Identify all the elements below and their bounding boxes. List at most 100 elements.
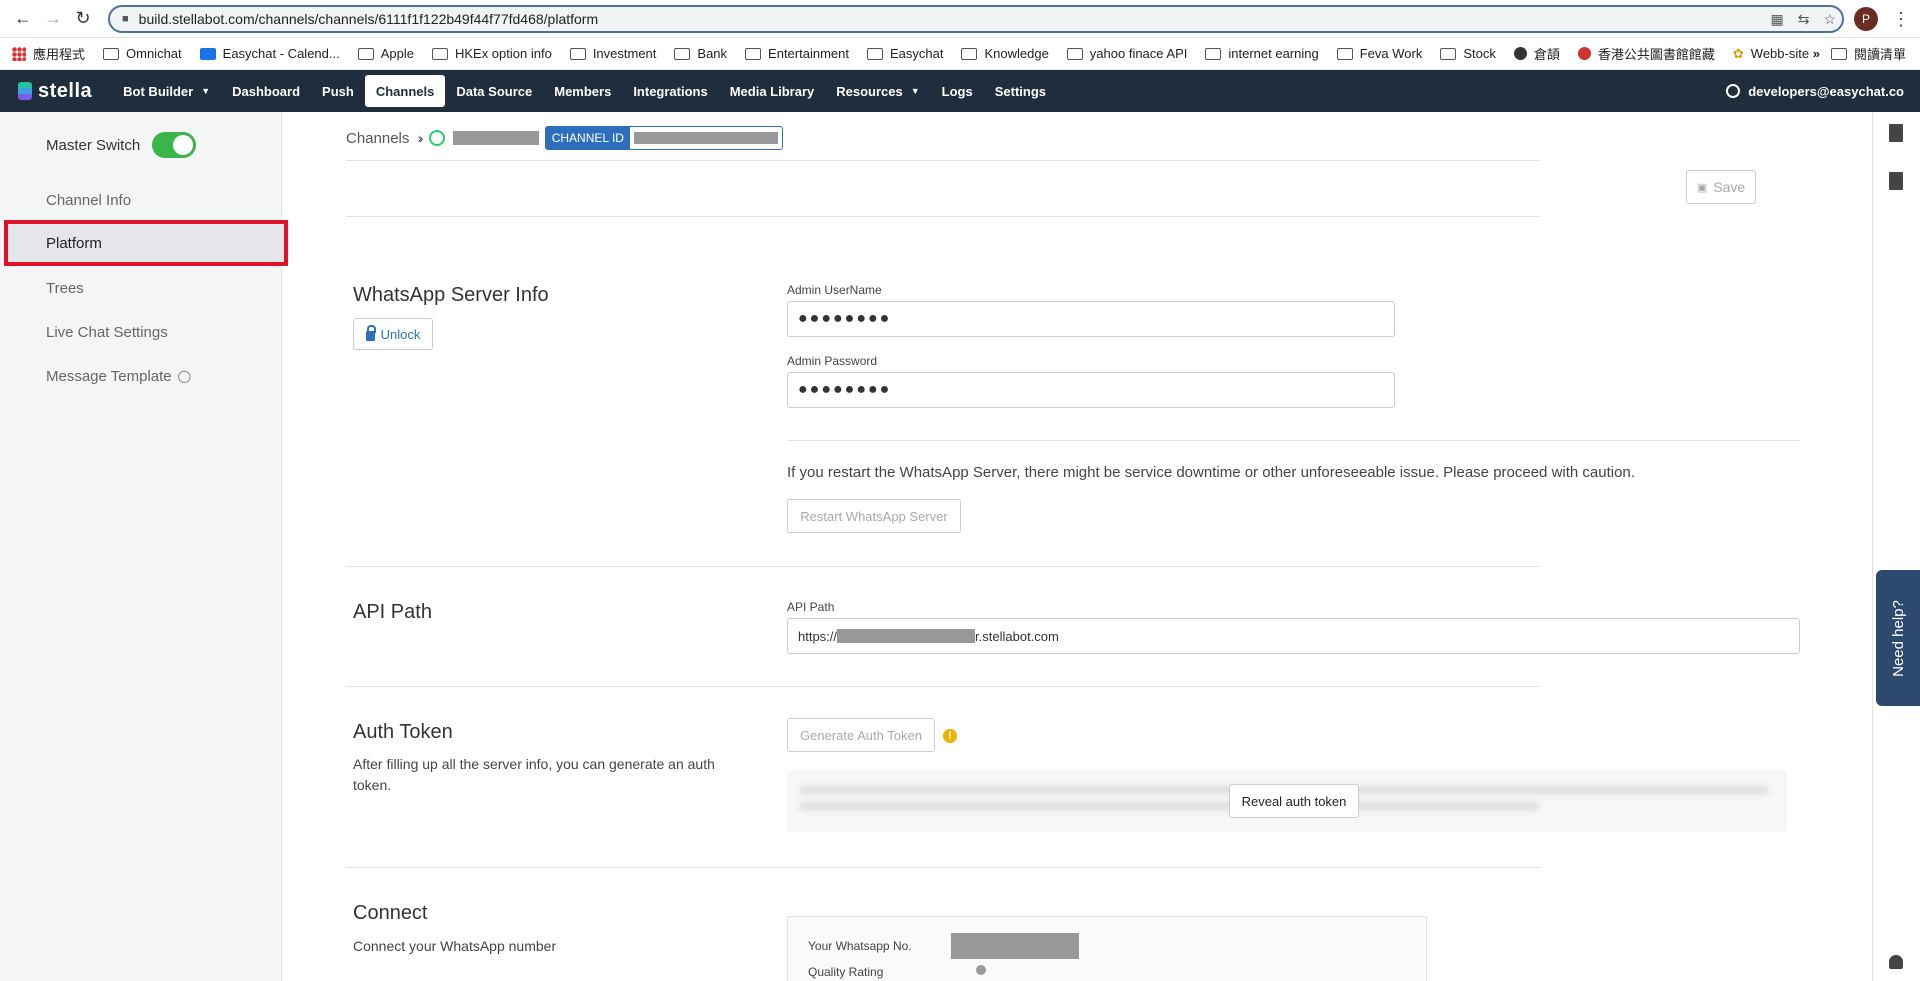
folder-icon <box>1066 47 1083 60</box>
folder-icon <box>745 47 762 60</box>
folder-icon <box>961 47 978 60</box>
reading-list-button[interactable]: 閱讀清單 <box>1830 44 1906 63</box>
bookmark-feva-work[interactable]: Feva Work <box>1336 46 1422 61</box>
globe-icon <box>1513 47 1527 60</box>
qr-icon[interactable]: ▦ <box>1770 11 1783 28</box>
connect-panel: Your Whatsapp No. Quality Rating <box>787 916 1427 981</box>
admin-username-label: Admin UserName <box>787 283 882 297</box>
divider <box>346 566 1540 567</box>
sidebar-item-message-template[interactable]: Message Template ◯ <box>0 354 282 398</box>
bookmark-apple[interactable]: Apple <box>357 46 414 61</box>
folder-icon <box>431 47 448 60</box>
url-text: build.stellabot.com/channels/channels/61… <box>138 11 599 27</box>
nav-logs[interactable]: Logs <box>931 75 984 107</box>
document-icon[interactable] <box>1889 172 1903 190</box>
bell-icon[interactable] <box>1889 955 1903 969</box>
library-icon <box>1577 47 1591 60</box>
master-switch-toggle[interactable] <box>152 132 197 158</box>
restart-server-button[interactable]: Restart WhatsApp Server <box>787 499 961 533</box>
platform-main: Channels ›› CHANNEL ID ▣ Save WhatsApp S… <box>282 112 1872 981</box>
bookmark-omnichat[interactable]: Omnichat <box>103 46 182 61</box>
bookmark-knowledge[interactable]: Knowledge <box>961 46 1049 61</box>
star-icon[interactable]: ☆ <box>1823 11 1836 28</box>
auth-token-description: After filling up all the server info, yo… <box>353 756 715 793</box>
url-bar[interactable]: ■ build.stellabot.com/channels/channels/… <box>108 5 1844 33</box>
lock-icon: ■ <box>122 13 129 25</box>
bookmark-hkex[interactable]: HKEx option info <box>431 46 552 61</box>
unlock-button[interactable]: Unlock <box>353 318 433 350</box>
stella-logo[interactable]: stella <box>18 80 92 103</box>
folder-icon <box>103 47 120 60</box>
nav-push[interactable]: Push <box>311 75 365 107</box>
upload-file-icon[interactable] <box>1889 124 1903 142</box>
need-help-tab[interactable]: Need help? <box>1876 570 1920 706</box>
save-button[interactable]: ▣ Save <box>1686 170 1756 204</box>
stella-logo-icon <box>18 82 32 100</box>
divider <box>346 867 1540 868</box>
nav-integrations[interactable]: Integrations <box>622 75 718 107</box>
folder-icon <box>866 47 883 60</box>
blurred-token-line <box>799 802 1539 810</box>
bookmark-entertainment[interactable]: Entertainment <box>745 46 849 61</box>
bookmark-cangjie[interactable]: 倉頡 <box>1513 44 1560 63</box>
app-navbar: stella Bot Builder ▼ Dashboard Push Chann… <box>0 70 1920 112</box>
divider <box>346 216 1540 217</box>
bookmark-easychat[interactable]: Easychat <box>866 46 943 61</box>
reload-icon[interactable]: ↻ <box>68 4 98 34</box>
bookmarks-more-icon[interactable]: » <box>1813 46 1820 61</box>
bookmark-investment[interactable]: Investment <box>569 46 656 61</box>
generate-auth-token-button[interactable]: Generate Auth Token <box>787 718 935 752</box>
nav-media-library[interactable]: Media Library <box>719 75 826 107</box>
nav-channels[interactable]: Channels <box>364 75 446 107</box>
nav-members[interactable]: Members <box>543 75 622 107</box>
bookmark-bank[interactable]: Bank <box>674 46 727 61</box>
save-icon: ▣ <box>1696 181 1708 194</box>
bookmark-hk-library[interactable]: 香港公共圖書館館藏 <box>1577 44 1715 63</box>
divider <box>346 160 1540 161</box>
admin-username-field[interactable]: ●●●●●●●● <box>787 301 1395 337</box>
bookmark-internet-earning[interactable]: internet earning <box>1205 46 1319 61</box>
quality-rating-label: Quality Rating <box>808 965 884 979</box>
nav-data-source[interactable]: Data Source <box>445 75 543 107</box>
user-menu[interactable]: developers@easychat.co <box>1726 84 1904 99</box>
master-switch-row: Master Switch <box>46 132 197 158</box>
info-icon[interactable]: ! <box>943 729 957 743</box>
bookmark-easychat-calendar[interactable]: Easychat - Calend... <box>199 46 340 61</box>
bookmark-apps[interactable]: 應用程式 <box>12 44 85 63</box>
calendar-icon <box>199 47 216 60</box>
connect-description: Connect your WhatsApp number <box>353 938 557 954</box>
nav-dashboard[interactable]: Dashboard <box>221 75 311 107</box>
caret-down-icon: ▼ <box>910 86 920 96</box>
browser-menu-icon[interactable]: ⋮ <box>1892 9 1910 30</box>
forward-arrow-icon[interactable]: → <box>38 4 68 34</box>
profile-avatar[interactable]: P <box>1854 7 1878 31</box>
api-path-field[interactable]: https:// r.stellabot.com <box>787 618 1800 654</box>
nav-bot-builder[interactable]: Bot Builder ▼ <box>112 75 221 107</box>
nav-settings[interactable]: Settings <box>984 75 1057 107</box>
sidebar-item-trees[interactable]: Trees <box>0 266 282 310</box>
admin-password-field[interactable]: ●●●●●●●● <box>787 372 1395 408</box>
bookmark-webb-site[interactable]: ✿ Webb-site <box>1733 46 1809 62</box>
connect-title: Connect <box>353 902 428 924</box>
bookmarks-bar: 應用程式 Omnichat Easychat - Calend... Apple… <box>0 38 1920 70</box>
folder-icon <box>1440 47 1457 60</box>
bookmark-stock[interactable]: Stock <box>1440 46 1496 61</box>
sidebar-item-platform[interactable]: Platform <box>4 220 288 266</box>
reveal-auth-token-button[interactable]: Reveal auth token <box>1229 784 1359 818</box>
back-arrow-icon[interactable]: ← <box>8 4 38 34</box>
nav-resources[interactable]: Resources ▼ <box>825 75 930 107</box>
breadcrumb-channels[interactable]: Channels <box>346 130 409 147</box>
chevron-right-icon: ›› <box>417 130 424 146</box>
quality-rating-indicator <box>976 965 986 975</box>
sidebar-item-channel-info[interactable]: Channel Info <box>0 178 282 222</box>
bookmark-yahoo-api[interactable]: yahoo finace API <box>1066 46 1187 61</box>
server-info-title: WhatsApp Server Info <box>353 284 549 306</box>
translate-icon[interactable]: ⇆ <box>1798 11 1810 28</box>
sidebar-item-live-chat-settings[interactable]: Live Chat Settings <box>0 310 282 354</box>
channel-sidebar: Master Switch Channel Info Platform Tree… <box>0 112 288 981</box>
folder-icon <box>569 47 586 60</box>
apps-grid-icon <box>12 46 26 61</box>
master-switch-label: Master Switch <box>46 136 141 154</box>
browser-address-bar: ← → ↻ ■ build.stellabot.com/channels/cha… <box>0 0 1920 38</box>
redacted-api-host <box>837 629 976 643</box>
